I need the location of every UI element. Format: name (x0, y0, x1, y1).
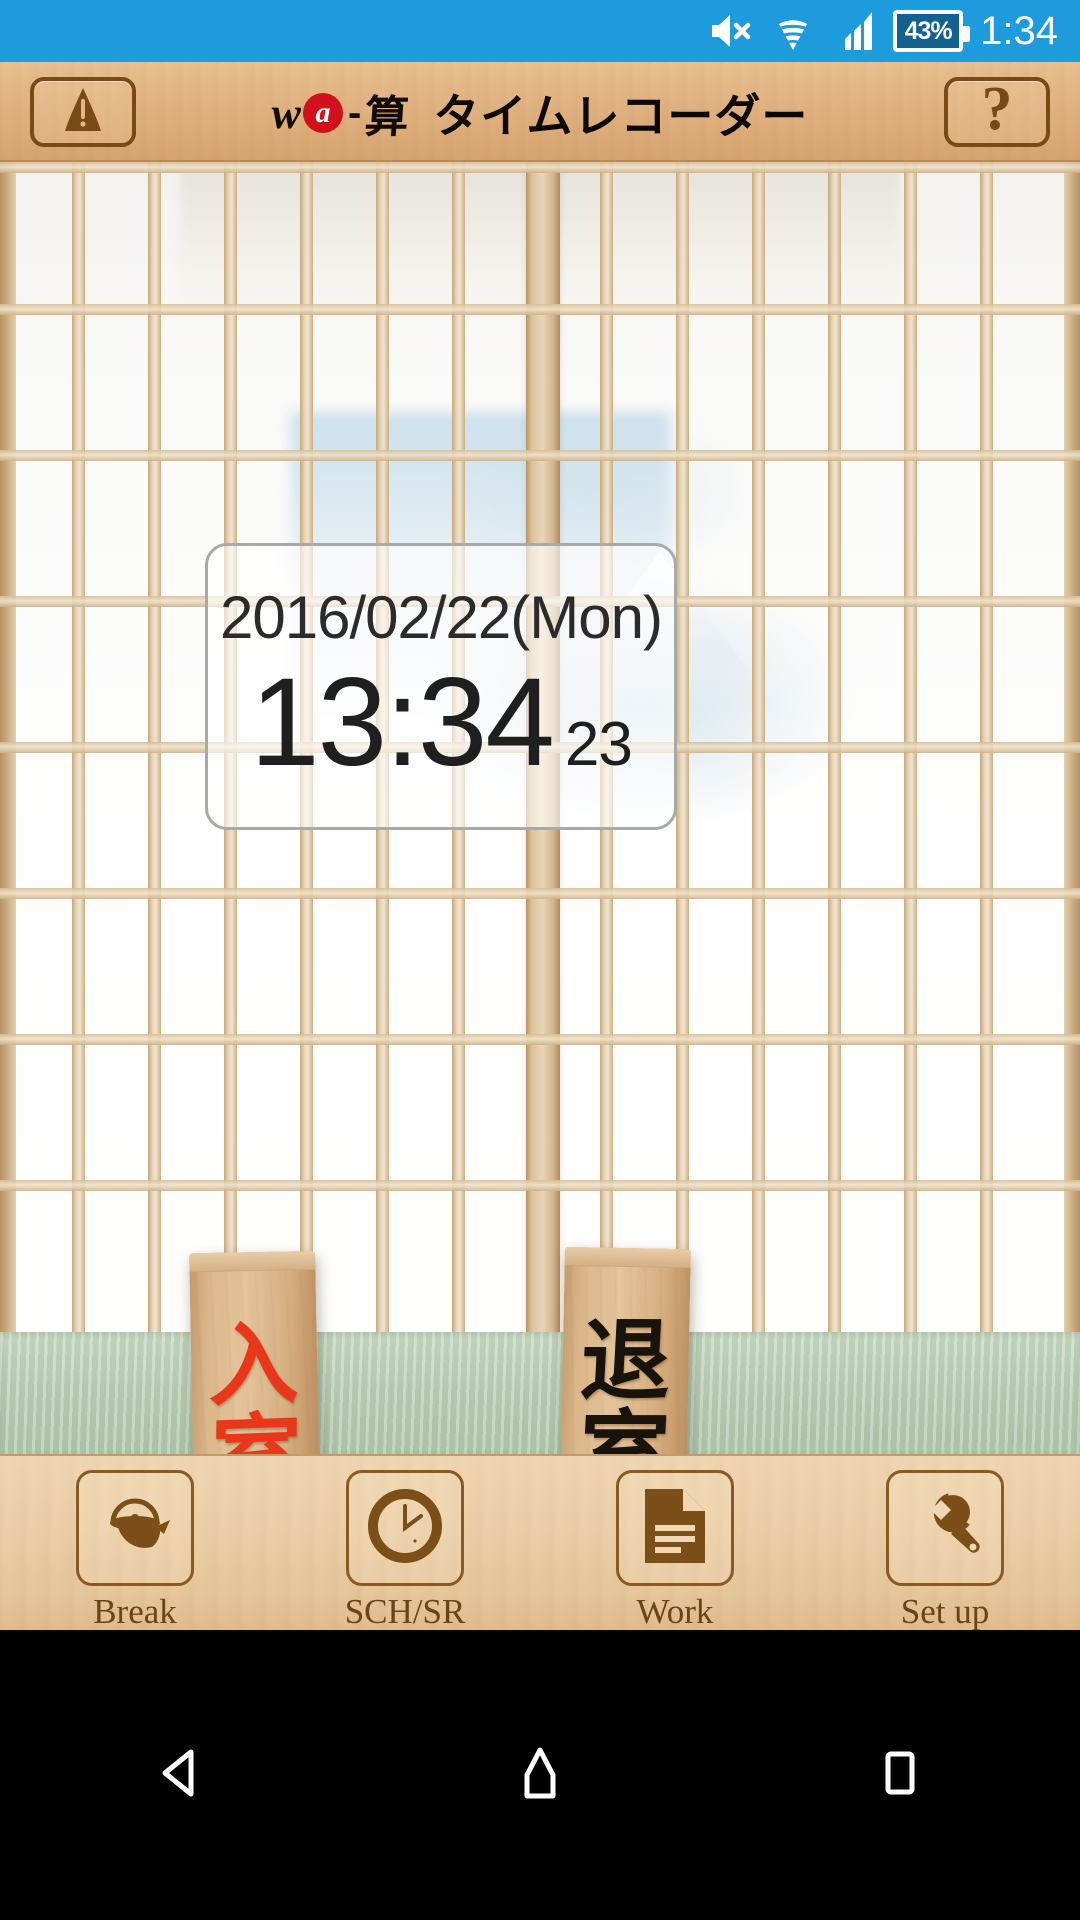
logo-mark-a: a (302, 93, 343, 133)
current-seconds-label: 23 (564, 710, 633, 779)
wifi-icon (769, 10, 817, 52)
shoji-room-scene: 2016/02/22(Mon) 13:34 23 入 室 退 室 (0, 162, 1080, 1454)
clock-panel: 2016/02/22(Mon) 13:34 23 (205, 543, 677, 830)
battery-percent-label: 43% (904, 16, 953, 45)
clock-out-button[interactable]: 退 室 (559, 1246, 691, 1454)
nav-home-button[interactable] (465, 1715, 615, 1835)
setup-label: Set up (900, 1592, 990, 1631)
shoji-frame-right (1064, 162, 1080, 1454)
toolbar-item-work[interactable]: Work (575, 1470, 775, 1632)
shoji-bar-horizontal (0, 162, 1080, 173)
wrench-icon (905, 1486, 985, 1571)
battery-indicator: 43% (893, 10, 971, 52)
bottom-toolbar: Break SCH/SR Work Set up (0, 1454, 1080, 1632)
toolbar-item-setup[interactable]: Set up (845, 1470, 1045, 1632)
shoji-bar-vertical (828, 162, 841, 1454)
logo-mark-w: w (271, 88, 301, 138)
clock-out-label: 退 室 (576, 1308, 674, 1454)
setup-button[interactable] (886, 1470, 1004, 1586)
clock-in-label: 入 室 (208, 1310, 302, 1454)
android-nav-bar (0, 1630, 1080, 1920)
app-logo: w a - 算 タイムレコーダー (272, 80, 809, 146)
cellular-signal-icon (834, 10, 876, 52)
current-date-label: 2016/02/22(Mon) (220, 584, 663, 651)
toolbar-item-sch-sr[interactable]: SCH/SR (305, 1470, 505, 1632)
sch-sr-label: SCH/SR (344, 1592, 466, 1631)
warning-button[interactable] (30, 77, 136, 147)
clock-in-char-bottom: 室 (210, 1402, 302, 1454)
android-status-bar: 43% 1:34 (0, 0, 1080, 62)
shoji-bar-vertical (72, 162, 85, 1454)
break-label: Break (93, 1592, 177, 1631)
clock-out-char-bottom: 室 (576, 1399, 672, 1454)
clock-out-char-top: 退 (577, 1308, 674, 1415)
clock-icon (365, 1486, 445, 1571)
shoji-bar-vertical (148, 162, 161, 1454)
logo-mark-dash: - (347, 90, 362, 135)
document-icon (639, 1485, 711, 1572)
tatami-floor (0, 1332, 1080, 1454)
current-time-row: 13:34 23 (250, 653, 633, 792)
shoji-bar-horizontal (0, 304, 1080, 315)
page-title: タイムレコーダー (433, 90, 809, 142)
current-time-label: 13:34 (250, 653, 555, 792)
logo-mark-kanji: 算 (363, 93, 411, 142)
teapot-icon (95, 1489, 175, 1568)
shoji-bar-horizontal (0, 1180, 1080, 1191)
nav-recents-button[interactable] (825, 1715, 975, 1835)
break-button[interactable] (76, 1470, 194, 1586)
nav-back-button[interactable] (105, 1715, 255, 1835)
question-mark-icon: ? (981, 75, 1013, 143)
clock-in-char-top: 入 (208, 1310, 301, 1420)
clock-in-button[interactable]: 入 室 (189, 1250, 321, 1454)
warning-triangle-icon (56, 83, 110, 142)
shoji-bar-horizontal (0, 1034, 1080, 1045)
volume-mute-icon (708, 11, 752, 51)
home-pentagon-icon (509, 1742, 571, 1809)
shoji-bar-vertical (752, 162, 765, 1454)
shoji-frame-left (0, 162, 16, 1454)
work-label: Work (636, 1592, 714, 1631)
shoji-bar-horizontal (0, 888, 1080, 899)
work-button[interactable] (616, 1470, 734, 1586)
shoji-bar-vertical (980, 162, 993, 1454)
app-header: w a - 算 タイムレコーダー ? (0, 62, 1080, 162)
shoji-bar-vertical (904, 162, 917, 1454)
back-triangle-icon (149, 1742, 211, 1809)
toolbar-item-break[interactable]: Break (35, 1470, 235, 1632)
sch-sr-button[interactable] (346, 1470, 464, 1586)
app-screen: 43% 1:34 w a - 算 タイムレコーダー ? 2016/02/22(M… (0, 0, 1080, 1920)
shoji-bar-horizontal (0, 450, 1080, 461)
status-bar-clock: 1:34 (980, 9, 1058, 53)
recents-square-icon (869, 1742, 931, 1809)
help-button[interactable]: ? (944, 77, 1050, 147)
